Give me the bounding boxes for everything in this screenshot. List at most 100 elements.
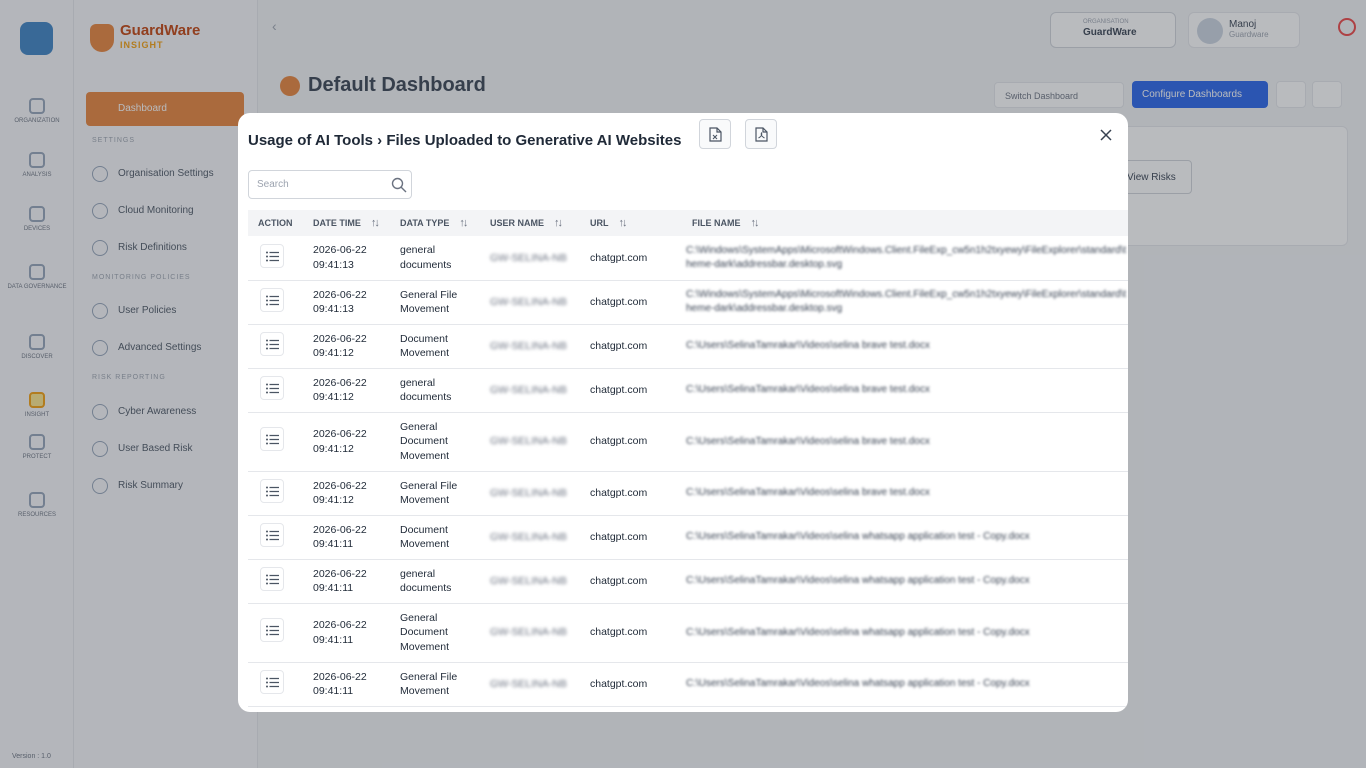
- file-name-cell: C:\Windows\SystemApps\MicrosoftWindows.C…: [682, 280, 1128, 325]
- row-details-button[interactable]: [260, 566, 284, 591]
- list-icon: [266, 295, 279, 306]
- table-row: 2026-06-22 09:41:12 Document Movement GW-SE…: [248, 324, 1128, 369]
- table-header-row: ACTION DATE TIME ↑↓ DATA TYPE ↑↓ USER NAME…: [248, 210, 1128, 236]
- row-details-button[interactable]: [260, 522, 284, 547]
- search-box: [248, 170, 412, 199]
- table-row: 2026-06-22 09:41:12 General File Movement G…: [248, 471, 1128, 516]
- modal-title: Usage of AI Tools › Files Uploaded to Ge…: [248, 131, 682, 149]
- column-header-data-type[interactable]: DATA TYPE ↑↓: [390, 210, 480, 236]
- files-table: ACTION DATE TIME ↑↓ DATA TYPE ↑↓ USER NAME…: [248, 210, 1128, 712]
- date-time-cell: 2026-06-22 09:41:11: [303, 559, 390, 604]
- row-details-button[interactable]: [260, 243, 284, 268]
- data-type-cell: General File Movement: [390, 471, 480, 516]
- url-cell: chatgpt.com: [580, 662, 682, 707]
- sort-icon[interactable]: ↑↓: [371, 217, 380, 229]
- row-details-button[interactable]: [260, 669, 284, 694]
- sort-icon[interactable]: ↑↓: [751, 217, 760, 229]
- user-name-cell: GW-SELINA-NB: [480, 471, 580, 516]
- user-name-cell: GW-SELINA-NB: [480, 236, 580, 281]
- date-time-cell: 2026-06-22 09:41:12: [303, 412, 390, 472]
- list-icon: [266, 625, 279, 636]
- details-modal: Usage of AI Tools › Files Uploaded to Ge…: [238, 113, 1128, 712]
- row-details-button[interactable]: [260, 375, 284, 400]
- export-excel-button[interactable]: [699, 119, 731, 149]
- table-row: 2026-06-22 09:41:12 General Document Movem…: [248, 412, 1128, 472]
- date-time-cell: 2026-06-22 09:41:13: [303, 280, 390, 325]
- date-time-cell: 2026-06-22 09:41:12: [303, 324, 390, 369]
- data-type-cell: general documents: [390, 368, 480, 413]
- table-row: 2026-06-22 09:41:11 Document Movement GW-SE…: [248, 515, 1128, 560]
- row-details-button[interactable]: [260, 287, 284, 312]
- user-name-cell: GW-SELINA-NB: [480, 324, 580, 369]
- url-cell: chatgpt.com: [580, 236, 682, 281]
- file-name-cell: C:\Users\SelinaTamrakar\Videos\selina br…: [682, 324, 1128, 369]
- list-icon: [266, 339, 279, 350]
- row-details-button[interactable]: [260, 478, 284, 503]
- search-input[interactable]: [249, 171, 379, 198]
- list-icon: [266, 530, 279, 541]
- date-time-cell: 2026-06-22 09:41:12: [303, 471, 390, 516]
- sort-icon[interactable]: ↑↓: [619, 217, 628, 229]
- user-name-cell: GW-SELINA-NB: [480, 515, 580, 560]
- list-icon: [266, 383, 279, 394]
- date-time-cell: 2026-06-22 09:41:11: [303, 515, 390, 560]
- data-type-cell: General File Movement: [390, 662, 480, 707]
- table-row: 2026-06-22 09:41:13 General File Movement G…: [248, 280, 1128, 325]
- column-header-action: ACTION: [248, 210, 303, 236]
- action-cell: [248, 412, 303, 472]
- data-type-cell: general documents: [390, 236, 480, 281]
- date-time-cell: 2026-06-22 09:41:13: [303, 236, 390, 281]
- file-name-cell: C:\Users\SelinaTamrakar\Videos\selina wh…: [682, 559, 1128, 604]
- sort-icon[interactable]: ↑↓: [459, 217, 468, 229]
- url-cell: chatgpt.com: [580, 324, 682, 369]
- action-cell: [248, 324, 303, 369]
- user-name-cell: GW-SELINA-NB: [480, 662, 580, 707]
- table-row: 2026-06-22 09:41:11 General File Movement G…: [248, 662, 1128, 707]
- action-cell: [248, 368, 303, 413]
- list-icon: [266, 677, 279, 688]
- url-cell: chatgpt.com: [580, 280, 682, 325]
- column-header-date-time[interactable]: DATE TIME ↑↓: [303, 210, 390, 236]
- table-row: 2026-06-22 09:41:12 general documents GW-SE…: [248, 368, 1128, 413]
- list-icon: [266, 251, 279, 261]
- action-cell: [248, 471, 303, 516]
- table-row: 2026-06-22 09:41:13 general documents GW-SE…: [248, 236, 1128, 281]
- url-cell: chatgpt.com: [580, 559, 682, 604]
- action-cell: [248, 280, 303, 325]
- date-time-cell: 2026-06-22 09:41:11: [303, 662, 390, 707]
- action-cell: [248, 662, 303, 707]
- modal-header: Usage of AI Tools › Files Uploaded to Ge…: [248, 125, 681, 155]
- data-type-cell: General File Movement: [390, 280, 480, 325]
- url-cell: chatgpt.com: [580, 368, 682, 413]
- user-name-cell: GW-SELINA-NB: [480, 603, 580, 663]
- column-header-url[interactable]: URL ↑↓: [580, 210, 682, 236]
- url-cell: chatgpt.com: [580, 412, 682, 472]
- file-name-cell: C:\Users\SelinaTamrakar\Videos\selina wh…: [682, 603, 1128, 663]
- table-row: 2026-06-22 09:41:11 General Document Movem…: [248, 603, 1128, 663]
- file-name-cell: C:\Users\SelinaTamrakar\Videos\selina br…: [682, 368, 1128, 413]
- search-icon[interactable]: [391, 177, 407, 193]
- date-time-cell: 2026-06-22 09:41:12: [303, 368, 390, 413]
- file-name-cell: C:\Users\SelinaTamrakar\Videos\selina br…: [682, 412, 1128, 472]
- row-details-button[interactable]: [260, 427, 284, 452]
- excel-file-icon: [709, 127, 722, 142]
- table-row: 2026-06-22 09:41:11 general documents GW-SE…: [248, 559, 1128, 604]
- pdf-file-icon: [755, 127, 768, 142]
- user-name-cell: GW-SELINA-NB: [480, 368, 580, 413]
- data-type-cell: General Document Movement: [390, 412, 480, 472]
- action-cell: [248, 559, 303, 604]
- sort-icon[interactable]: ↑↓: [554, 217, 563, 229]
- export-pdf-button[interactable]: [745, 119, 777, 149]
- user-name-cell: GW-SELINA-NB: [480, 559, 580, 604]
- data-type-cell: general documents: [390, 559, 480, 604]
- data-type-cell: Document Movement: [390, 324, 480, 369]
- data-type-cell: General Document Movement: [390, 603, 480, 663]
- file-name-cell: C:\Users\SelinaTamrakar\Videos\selina br…: [682, 471, 1128, 516]
- row-details-button[interactable]: [260, 618, 284, 643]
- close-icon[interactable]: [1098, 127, 1114, 143]
- column-header-user-name[interactable]: USER NAME ↑↓: [480, 210, 580, 236]
- url-cell: chatgpt.com: [580, 603, 682, 663]
- url-cell: chatgpt.com: [580, 471, 682, 516]
- column-header-file-name[interactable]: FILE NAME ↑↓: [682, 210, 1128, 236]
- row-details-button[interactable]: [260, 331, 284, 356]
